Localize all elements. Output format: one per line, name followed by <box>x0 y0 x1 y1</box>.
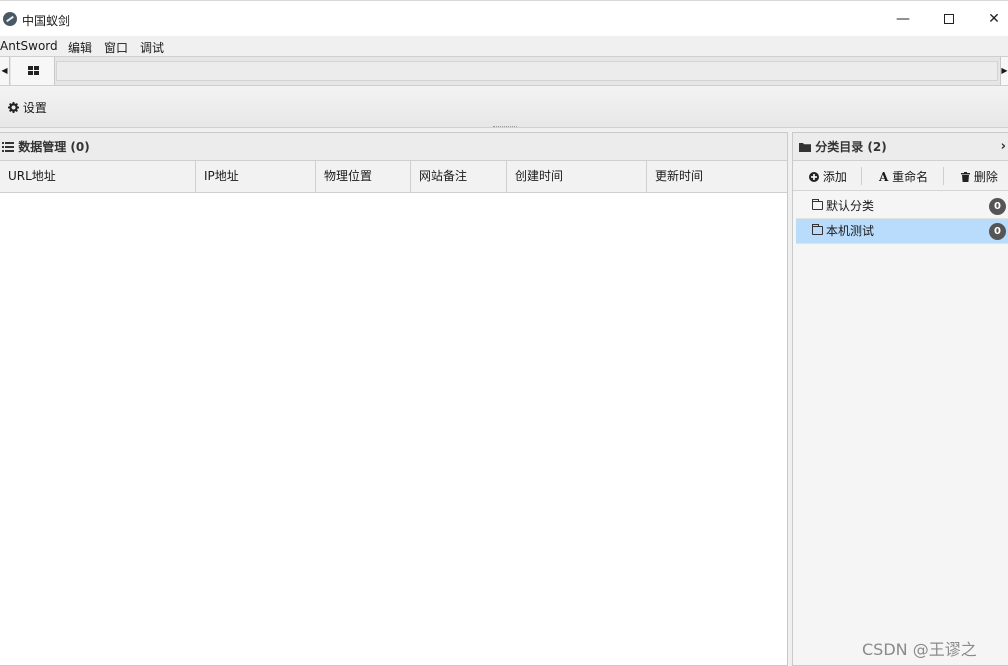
settings-label: 设置 <box>22 101 47 115</box>
category-name: 本机测试 <box>826 224 875 238</box>
grid-icon <box>28 66 39 75</box>
column-note[interactable]: 网站备注 <box>411 161 507 192</box>
column-created[interactable]: 创建时间 <box>507 161 647 192</box>
folder-open-icon <box>812 199 823 210</box>
toolbar-divider <box>943 167 944 185</box>
font-icon: A <box>879 170 889 184</box>
data-panel-header: 数据管理 (0) <box>0 133 787 161</box>
antsword-logo-icon <box>3 12 17 26</box>
toolbar-divider <box>861 167 862 185</box>
count-badge: 0 <box>989 223 1006 240</box>
list-icon <box>2 142 14 152</box>
category-panel-title: 分类目录 (2) <box>815 140 887 154</box>
trash-icon <box>961 172 970 182</box>
minimize-icon: — <box>896 11 910 27</box>
column-location[interactable]: 物理位置 <box>316 161 411 192</box>
window-title: 中国蚁剑 <box>22 14 71 28</box>
category-item-local-test[interactable]: 本机测试 0 <box>796 219 1008 244</box>
add-category-button[interactable]: 添加 <box>809 168 847 185</box>
data-panel-title: 数据管理 (0) <box>18 140 90 154</box>
data-management-panel: 数据管理 (0) URL地址 IP地址 物理位置 网站备注 创建时间 更新时间 <box>0 132 788 666</box>
tab-scroll-left-icon[interactable]: ◀ <box>0 57 10 85</box>
category-item-default[interactable]: 默认分类 0 <box>796 194 1008 219</box>
folder-open-icon <box>812 224 823 235</box>
add-label: 添加 <box>822 170 847 184</box>
delete-label: 删除 <box>973 170 998 184</box>
column-ip[interactable]: IP地址 <box>196 161 316 192</box>
tab-strip <box>56 61 998 81</box>
close-icon: ✕ <box>988 11 1000 27</box>
close-button[interactable]: ✕ <box>971 1 1008 37</box>
menu-item-edit[interactable]: 编辑 <box>68 39 92 56</box>
collapse-chevron-icon[interactable]: › <box>1001 133 1006 161</box>
count-badge: 0 <box>989 198 1006 215</box>
menu-item-window[interactable]: 窗口 <box>104 39 128 56</box>
menu-item-debug[interactable]: 调试 <box>140 39 164 56</box>
table-header: URL地址 IP地址 物理位置 网站备注 创建时间 更新时间 <box>0 161 787 193</box>
category-panel-header: 分类目录 (2) › <box>793 133 1008 161</box>
menu-item-antsword[interactable]: AntSword <box>0 39 58 53</box>
category-name: 默认分类 <box>826 199 875 213</box>
delete-category-button[interactable]: 删除 <box>961 168 998 185</box>
gear-icon <box>8 102 19 113</box>
rename-category-button[interactable]: A 重命名 <box>879 168 928 185</box>
watermark-text: CSDN @王谬之 <box>862 640 977 659</box>
tab-home[interactable] <box>11 57 55 85</box>
main-toolbar: 设置 <box>0 86 1008 128</box>
tab-scroll-right-icon[interactable]: ▶ <box>1000 57 1008 85</box>
column-updated[interactable]: 更新时间 <box>647 161 788 192</box>
maximize-icon <box>944 14 954 24</box>
category-list: 默认分类 0 本机测试 0 <box>796 194 1008 244</box>
column-url[interactable]: URL地址 <box>0 161 196 192</box>
settings-button[interactable]: 设置 <box>8 99 47 116</box>
splitter-grip[interactable] <box>493 126 517 127</box>
minimize-button[interactable]: — <box>880 1 926 37</box>
window-title-bar: 中国蚁剑 — ✕ <box>0 0 1008 36</box>
category-panel: 分类目录 (2) › 添加 A 重命名 删除 默认分类 0 本机测试 0 <box>792 132 1008 666</box>
rename-label: 重命名 <box>892 170 929 184</box>
menu-bar: AntSword 编辑 窗口 调试 <box>0 36 1008 56</box>
folder-icon <box>799 143 811 152</box>
category-toolbar: 添加 A 重命名 删除 <box>793 161 1008 191</box>
maximize-button[interactable] <box>926 1 972 37</box>
tab-bar: ◀ ▶ <box>0 56 1008 86</box>
plus-circle-icon <box>809 172 819 182</box>
